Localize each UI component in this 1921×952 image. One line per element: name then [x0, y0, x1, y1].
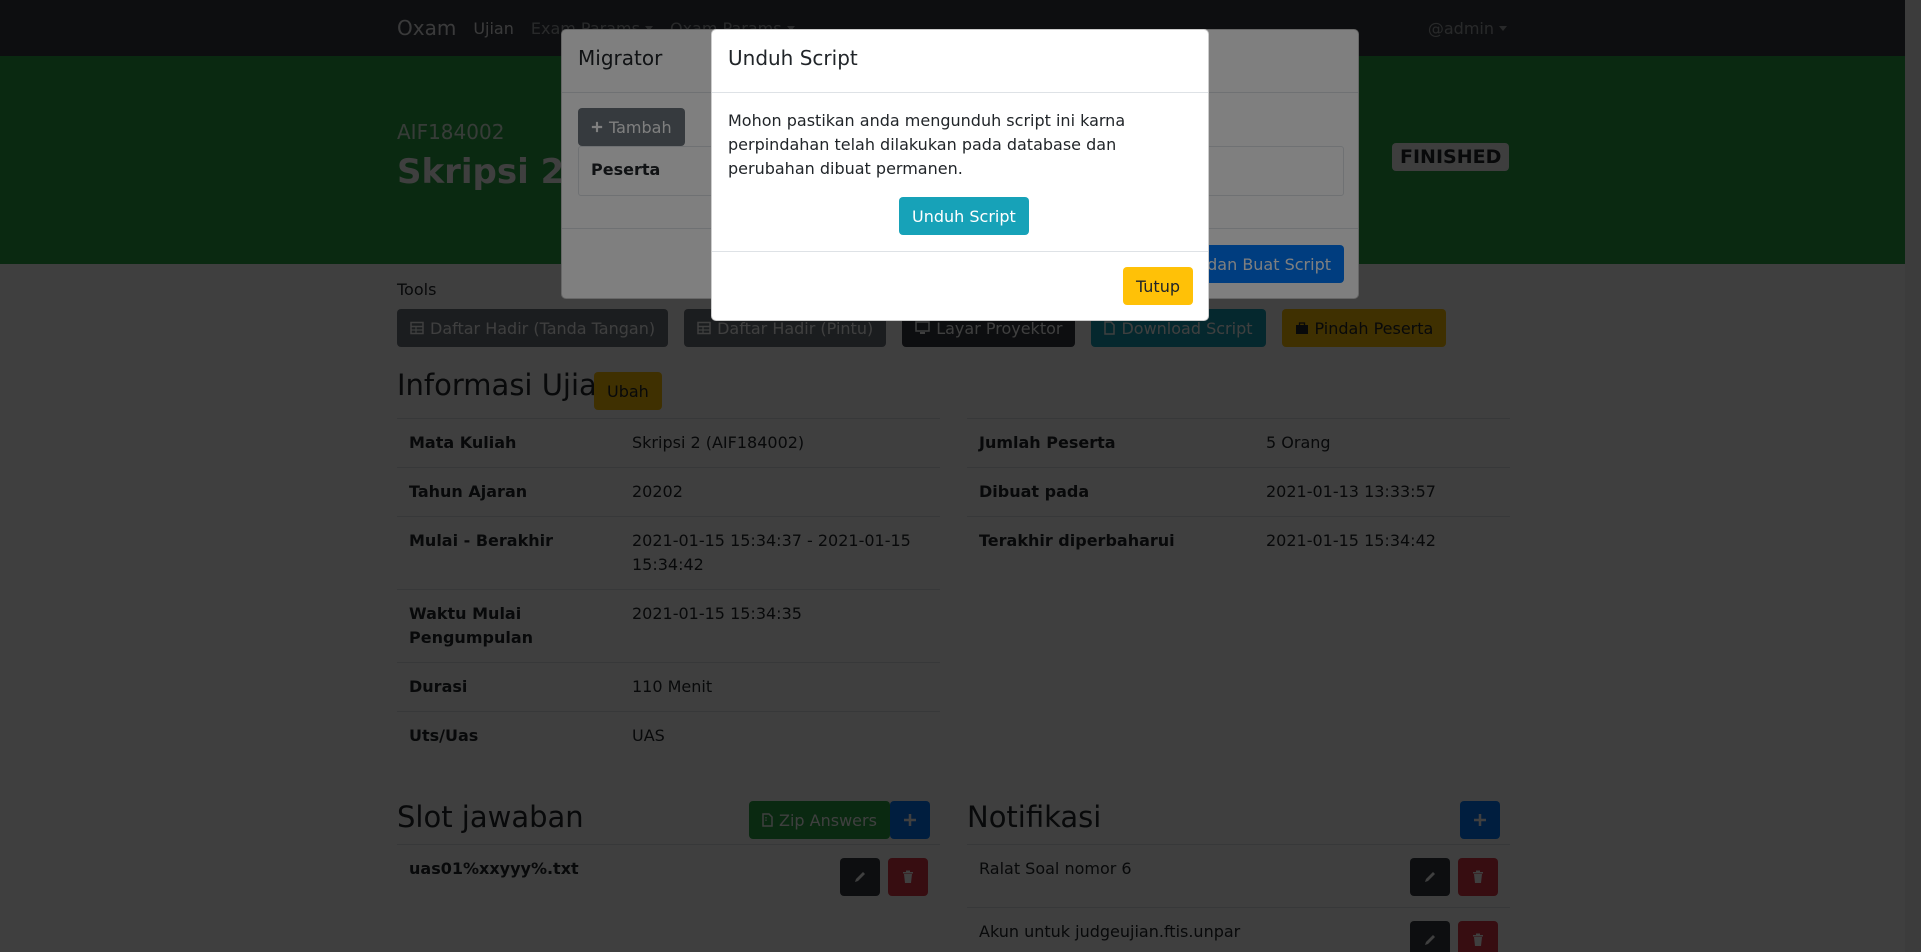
- close-button[interactable]: Tutup: [1122, 267, 1193, 305]
- download-modal-header: Unduh Script: [712, 30, 1208, 93]
- download-modal-message: Mohon pastikan anda mengunduh script ini…: [728, 111, 1126, 178]
- download-script-confirm-button[interactable]: Unduh Script: [899, 197, 1029, 235]
- download-modal-title: Unduh Script: [728, 46, 858, 70]
- download-modal-footer: Tutup: [712, 251, 1208, 321]
- download-script-modal: Unduh Script Mohon pastikan anda mengund…: [711, 29, 1209, 321]
